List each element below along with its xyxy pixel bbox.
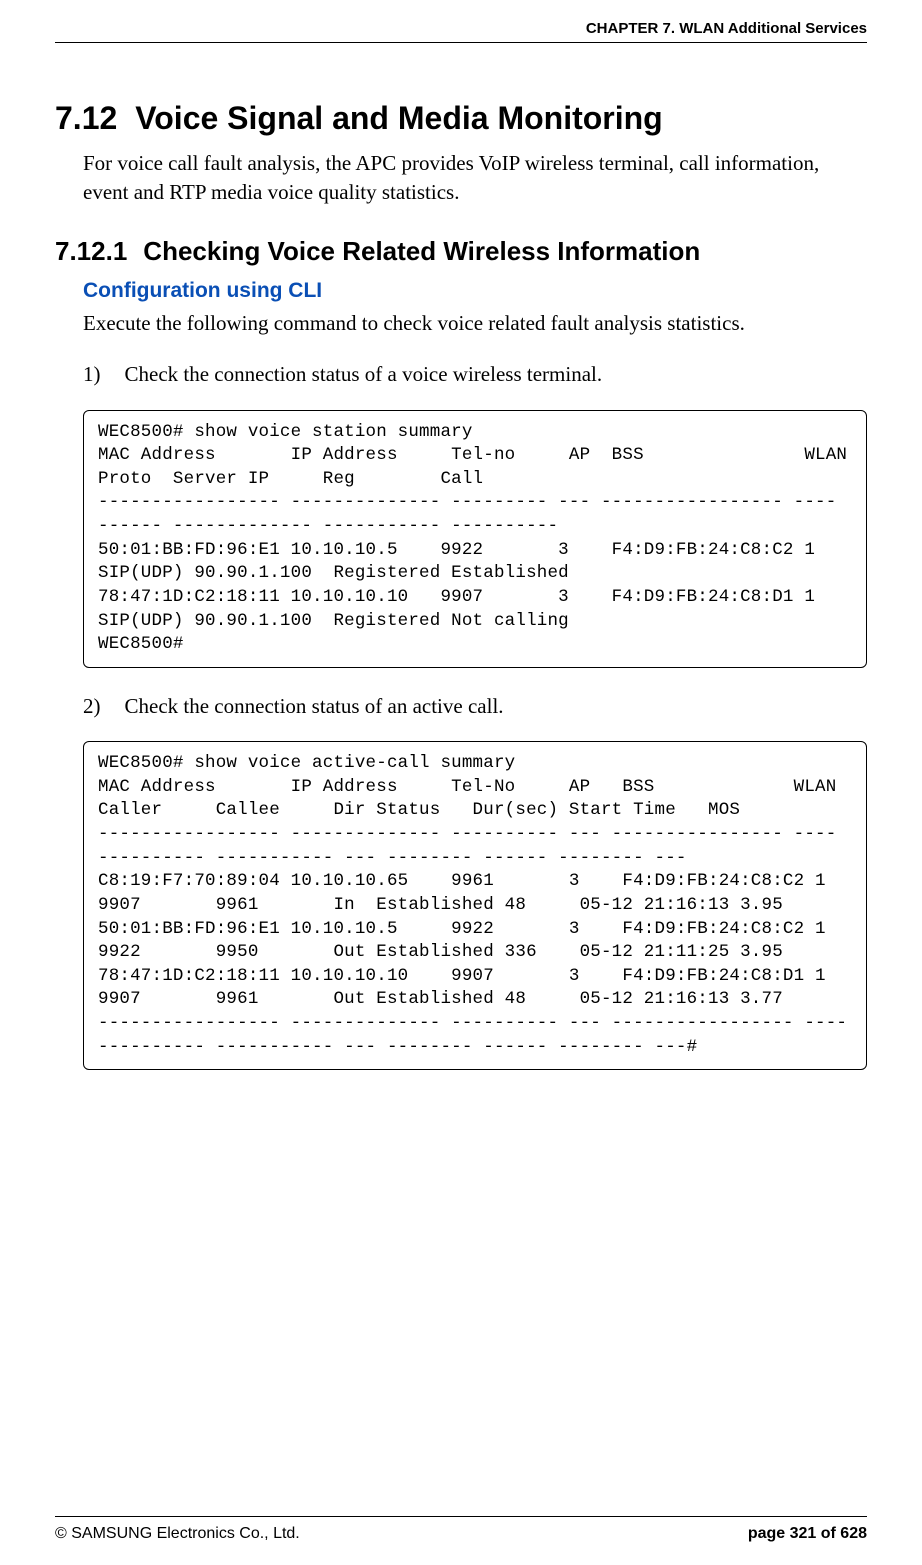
step-1-text: Check the connection status of a voice w… <box>125 360 603 389</box>
config-cli-heading: Configuration using CLI <box>83 279 867 303</box>
step-2-text: Check the connection status of an active… <box>125 692 504 721</box>
subsection-number: 7.12.1 <box>55 236 127 267</box>
header-rule <box>55 42 867 43</box>
step-1: 1) Check the connection status of a voic… <box>83 360 867 389</box>
footer-page-number: page 321 of 628 <box>748 1525 867 1543</box>
code-block-1: WEC8500# show voice station summary MAC … <box>83 410 867 668</box>
subsection-instruction: Execute the following command to check v… <box>83 309 867 338</box>
footer-rule <box>55 1516 867 1517</box>
section-number: 7.12 <box>55 100 117 137</box>
subsection-heading: 7.12.1 Checking Voice Related Wireless I… <box>55 236 867 267</box>
code-block-2: WEC8500# show voice active-call summary … <box>83 741 867 1070</box>
page-header: CHAPTER 7. WLAN Additional Services <box>586 20 867 37</box>
step-2-number: 2) <box>83 692 101 721</box>
step-2: 2) Check the connection status of an act… <box>83 692 867 721</box>
section-intro: For voice call fault analysis, the APC p… <box>83 149 867 208</box>
section-title-text: Voice Signal and Media Monitoring <box>135 100 662 137</box>
footer-copyright: © SAMSUNG Electronics Co., Ltd. <box>55 1525 300 1543</box>
section-heading: 7.12 Voice Signal and Media Monitoring <box>55 100 867 137</box>
subsection-title-text: Checking Voice Related Wireless Informat… <box>143 236 700 267</box>
page-content: 7.12 Voice Signal and Media Monitoring F… <box>55 100 867 1094</box>
page-footer: © SAMSUNG Electronics Co., Ltd. page 321… <box>55 1525 867 1543</box>
step-1-number: 1) <box>83 360 101 389</box>
